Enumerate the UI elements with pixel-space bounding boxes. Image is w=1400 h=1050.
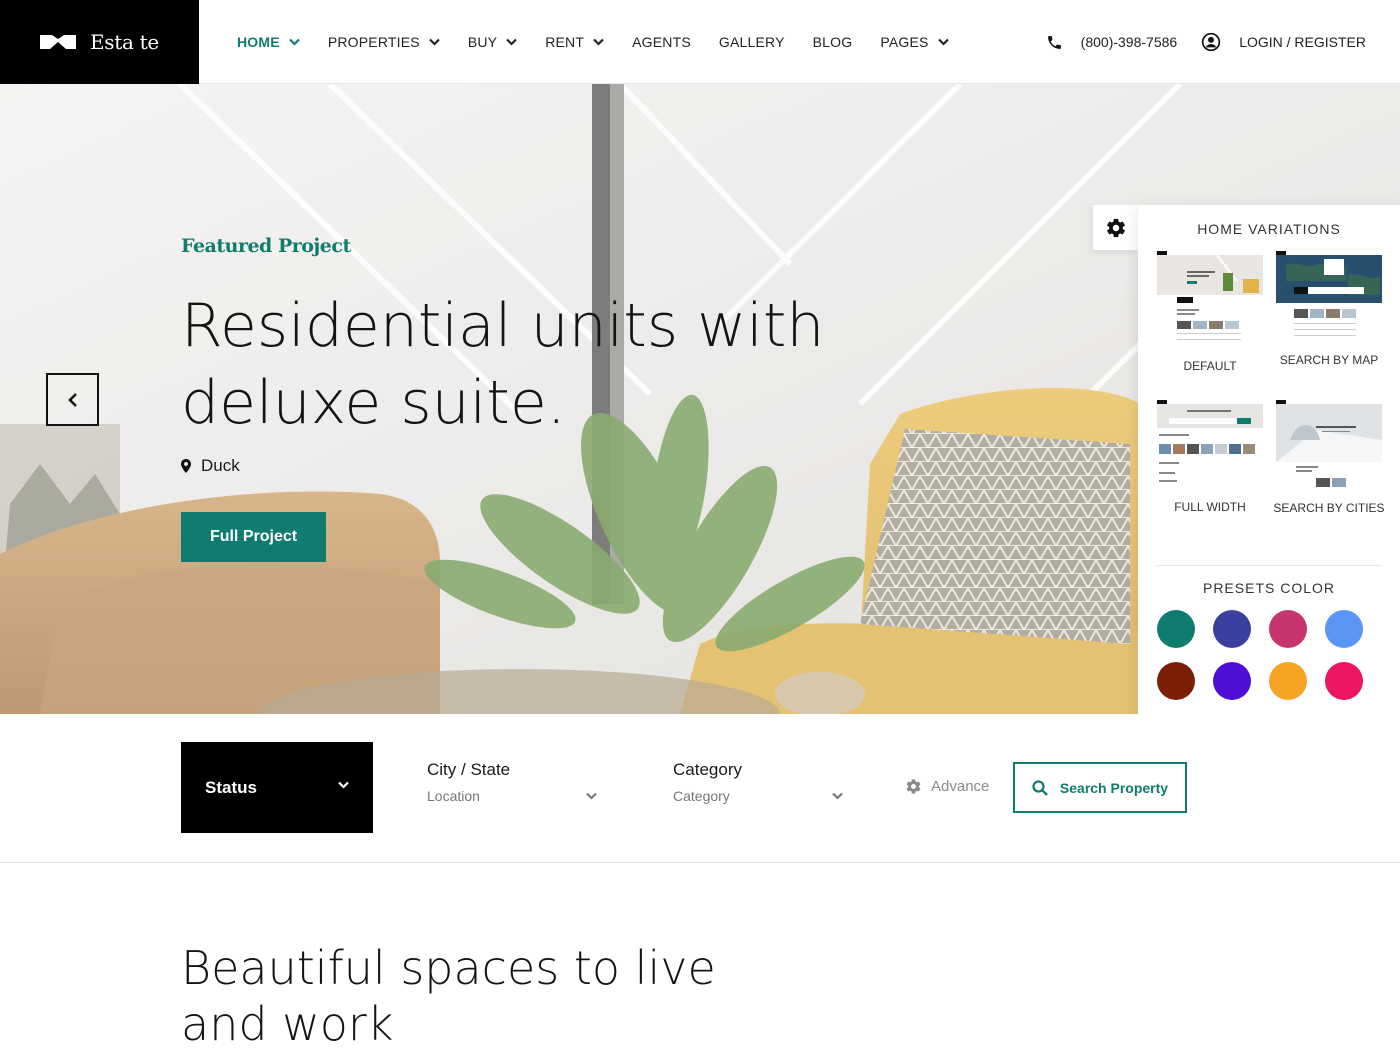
section-title: Beautiful spaces to live and work: [181, 941, 716, 1050]
variation-thumbnail: [1157, 251, 1263, 345]
variation-thumbnail: [1157, 400, 1263, 490]
variation-label: DEFAULT: [1183, 359, 1237, 373]
color-preset-swatch[interactable]: [1213, 610, 1251, 648]
color-preset-swatch[interactable]: [1325, 610, 1363, 648]
variation-search-by-map[interactable]: SEARCH BY MAP: [1276, 251, 1382, 367]
chevron-down-icon: [586, 792, 597, 800]
hero-slider: Featured Project Residential units with …: [0, 84, 1400, 714]
demo-settings-panel: HOME VARIATIONS DEFAULT SEARCH BY MAP FU…: [1138, 205, 1400, 714]
nav-label: BUY: [467, 34, 498, 50]
header-contact: (800)-398-7586 LOGIN / REGISTER: [1046, 0, 1366, 84]
city-state-placeholder: Location: [427, 788, 480, 804]
color-preset-swatch[interactable]: [1157, 662, 1195, 700]
nav-item-buy[interactable]: BUY: [468, 34, 517, 50]
presets-color-title: PRESETS COLOR: [1202, 580, 1336, 596]
city-state-select[interactable]: City / State Location: [427, 760, 597, 804]
variation-search-by-cities[interactable]: SEARCH BY CITIES: [1273, 400, 1385, 515]
chevron-down-icon: [338, 781, 349, 789]
advance-label: Advance: [931, 778, 990, 795]
color-preset-swatch[interactable]: [1269, 610, 1307, 648]
chevron-down-icon: [832, 792, 843, 800]
nav-item-blog[interactable]: BLOG: [813, 34, 853, 50]
color-preset-swatch[interactable]: [1325, 662, 1363, 700]
nav-item-agents[interactable]: AGENTS: [632, 34, 691, 50]
hero-location: Duck: [181, 456, 240, 476]
color-preset-swatch[interactable]: [1213, 662, 1251, 700]
color-preset-swatch[interactable]: [1269, 662, 1307, 700]
variation-label: SEARCH BY CITIES: [1273, 501, 1385, 515]
user-icon: [1202, 32, 1221, 52]
nav-label: RENT: [545, 34, 585, 50]
nav-item-properties[interactable]: PROPERTIES: [328, 34, 440, 50]
panel-divider: [1157, 565, 1381, 566]
logo[interactable]: Esta te: [0, 0, 199, 84]
map-pin-icon: [181, 459, 191, 473]
thumbnail-image: [1276, 400, 1382, 490]
chevron-down-icon: [937, 38, 949, 46]
chevron-left-icon: [67, 392, 77, 407]
hero-headline: Residential units with deluxe suite.: [181, 291, 825, 438]
variation-thumbnail: [1276, 251, 1382, 345]
chevron-down-icon: [429, 38, 440, 46]
thumbnail-image: [1276, 251, 1382, 345]
category-select[interactable]: Category Category: [673, 760, 843, 804]
chevron-down-icon: [289, 38, 300, 46]
variation-default[interactable]: DEFAULT: [1157, 251, 1263, 373]
full-project-button[interactable]: Full Project: [181, 512, 326, 562]
variation-label: SEARCH BY MAP: [1279, 353, 1379, 367]
logo-mark-icon: [40, 35, 76, 49]
main-nav: HOME PROPERTIES BUY RENT AGENTS GALLERY …: [237, 0, 977, 84]
settings-toggle[interactable]: [1093, 205, 1138, 250]
gear-icon: [906, 779, 921, 794]
thumbnail-image: [1157, 251, 1263, 345]
search-property-label: Search Property: [1059, 779, 1169, 796]
city-state-label: City / State: [427, 760, 511, 779]
home-variations-title: HOME VARIATIONS: [1197, 221, 1341, 237]
site-header: Esta te HOME PROPERTIES BUY RENT AGENTS …: [0, 0, 1400, 84]
featured-label: Featured Project: [181, 235, 351, 257]
nav-label: AGENTS: [632, 34, 691, 50]
nav-item-home[interactable]: HOME: [237, 34, 300, 50]
variation-label: FULL WIDTH: [1174, 500, 1246, 514]
nav-label: PAGES: [880, 34, 929, 50]
variation-thumbnail: [1276, 400, 1382, 490]
hero-location-text: Duck: [201, 456, 240, 475]
nav-item-pages[interactable]: PAGES: [880, 34, 949, 50]
nav-label: BLOG: [812, 34, 853, 50]
status-label: Status: [205, 777, 257, 797]
nav-item-rent[interactable]: RENT: [545, 34, 604, 50]
nav-label: GALLERY: [718, 34, 785, 50]
status-select[interactable]: Status: [181, 742, 373, 833]
logo-text: Esta te: [90, 30, 159, 54]
phone-icon: [1047, 35, 1061, 49]
property-search-bar: Status City / State Location Category Ca…: [0, 714, 1400, 863]
slider-prev-button[interactable]: [46, 373, 99, 426]
nav-item-gallery[interactable]: GALLERY: [719, 34, 785, 50]
color-preset-swatch[interactable]: [1157, 610, 1195, 648]
thumbnail-image: [1157, 400, 1263, 490]
chevron-down-icon: [593, 38, 604, 46]
search-property-button[interactable]: Search Property: [1013, 762, 1187, 813]
nav-label: PROPERTIES: [327, 34, 420, 50]
variation-full-width[interactable]: FULL WIDTH: [1157, 400, 1263, 514]
phone-number[interactable]: (800)-398-7586: [1081, 34, 1178, 50]
chevron-down-icon: [506, 38, 517, 46]
nav-label: HOME: [237, 34, 280, 50]
gear-icon: [1106, 218, 1125, 237]
login-register-link[interactable]: LOGIN / REGISTER: [1239, 34, 1366, 50]
search-icon: [1032, 779, 1048, 796]
category-label: Category: [673, 760, 742, 779]
category-placeholder: Category: [673, 788, 730, 804]
advance-search-toggle[interactable]: Advance: [905, 778, 989, 795]
